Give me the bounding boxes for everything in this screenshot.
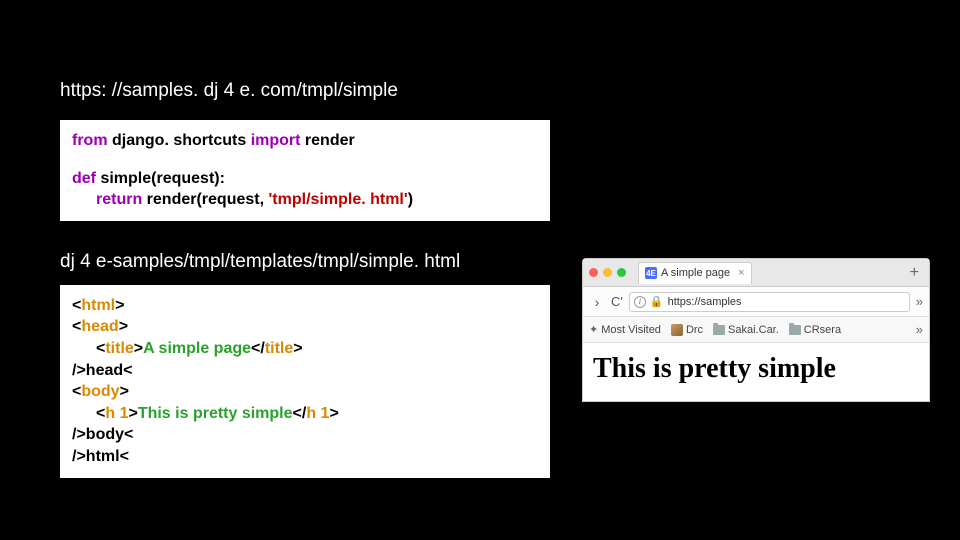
- bookmark-drc[interactable]: Drc: [671, 324, 703, 336]
- new-tab-button[interactable]: +: [906, 264, 923, 282]
- browser-tab[interactable]: 4E A simple page ×: [638, 262, 752, 284]
- gt: >: [134, 340, 143, 357]
- ltc: </: [251, 340, 265, 357]
- nav-bar: › C' i 🔒 https://samples »: [583, 287, 929, 317]
- tab-close-icon[interactable]: ×: [738, 267, 744, 279]
- tag-html: html: [81, 297, 115, 314]
- address-text: https://samples: [668, 296, 742, 308]
- gt: >: [119, 318, 128, 335]
- gt: >: [293, 340, 302, 357]
- minimize-dot-icon[interactable]: [603, 268, 612, 277]
- bookmark-sakai[interactable]: Sakai.Car.: [713, 324, 779, 336]
- tag-h1: h 1: [105, 405, 128, 422]
- zoom-dot-icon[interactable]: [617, 268, 626, 277]
- python-code-box: from django. shortcuts import render def…: [60, 120, 550, 221]
- address-bar[interactable]: i 🔒 https://samples: [629, 292, 910, 312]
- lt: <: [96, 340, 105, 357]
- html-code-box: <html> <head> <title>A simple page</titl…: [60, 285, 550, 478]
- lt: <: [96, 405, 105, 422]
- gt: >: [115, 297, 124, 314]
- title-text: A simple page: [143, 340, 251, 357]
- kw-return: return: [96, 191, 142, 208]
- module-name: django. shortcuts: [108, 132, 251, 149]
- import-name: render: [300, 132, 354, 149]
- reload-button[interactable]: C': [611, 294, 623, 309]
- page-content: This is pretty simple: [583, 343, 929, 401]
- browser-window: 4E A simple page × + › C' i 🔒 https://sa…: [582, 258, 930, 402]
- lock-icon: 🔒: [650, 295, 664, 308]
- close-dot-icon[interactable]: [589, 268, 598, 277]
- folder-icon: [713, 325, 725, 335]
- bookmark-label: Sakai.Car.: [728, 324, 779, 336]
- lt: <: [72, 383, 81, 400]
- gt: >: [120, 383, 129, 400]
- window-controls: [589, 268, 626, 277]
- bookmark-crsera[interactable]: CRsera: [789, 324, 841, 336]
- call-close: ): [408, 191, 413, 208]
- string-literal: 'tmpl/simple. html': [269, 191, 408, 208]
- tag-h1-close: h 1: [306, 405, 329, 422]
- tab-title: A simple page: [661, 267, 730, 279]
- site-info-icon[interactable]: i: [634, 296, 646, 308]
- close-body: />body<: [72, 426, 133, 443]
- folder-icon: [789, 325, 801, 335]
- favicon-icon: 4E: [645, 267, 657, 279]
- lt: <: [72, 297, 81, 314]
- close-head: />head<: [72, 362, 132, 379]
- bookmarks-overflow-icon[interactable]: »: [916, 322, 923, 337]
- lt: <: [72, 318, 81, 335]
- bookmark-label: CRsera: [804, 324, 841, 336]
- kw-from: from: [72, 132, 108, 149]
- bookmarks-bar: ✦Most Visited Drc Sakai.Car. CRsera »: [583, 317, 929, 343]
- bookmark-most-visited[interactable]: ✦Most Visited: [589, 323, 661, 336]
- close-html: />html<: [72, 448, 129, 465]
- h1-text: This is pretty simple: [138, 405, 293, 422]
- ltc: </: [293, 405, 307, 422]
- forward-button[interactable]: ›: [589, 294, 605, 310]
- gt: >: [128, 405, 137, 422]
- page-heading: This is pretty simple: [593, 353, 919, 385]
- bookmark-label: Drc: [686, 324, 703, 336]
- call-text: render(request,: [142, 191, 268, 208]
- overflow-icon[interactable]: »: [916, 294, 923, 309]
- tag-body: body: [81, 383, 119, 400]
- avatar-icon: [671, 324, 683, 336]
- star-icon: ✦: [589, 323, 598, 336]
- url-heading: https: //samples. dj 4 e. com/tmpl/simpl…: [60, 80, 900, 102]
- tab-bar: 4E A simple page × +: [583, 259, 929, 287]
- fn-args: (request):: [151, 170, 225, 187]
- gt: >: [329, 405, 338, 422]
- bookmark-label: Most Visited: [601, 324, 661, 336]
- tag-title: title: [105, 340, 133, 357]
- kw-def: def: [72, 170, 96, 187]
- fn-name: simple: [96, 170, 151, 187]
- kw-import: import: [251, 132, 301, 149]
- tag-title-close: title: [265, 340, 293, 357]
- tag-head: head: [81, 318, 118, 335]
